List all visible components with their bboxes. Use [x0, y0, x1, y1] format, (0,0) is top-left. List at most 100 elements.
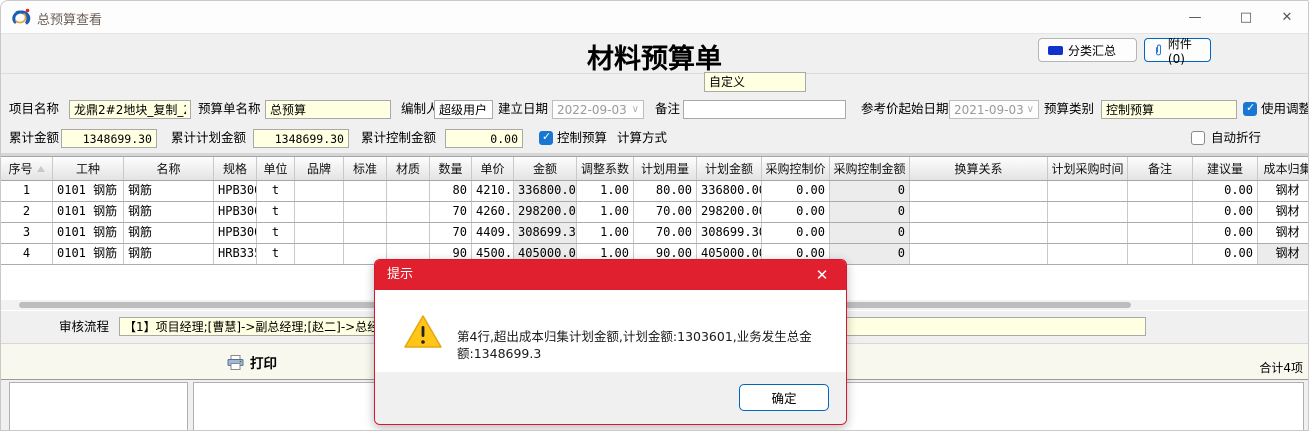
table-cell[interactable] [295, 202, 344, 222]
column-header[interactable]: 标准 [344, 157, 387, 180]
table-cell[interactable] [910, 202, 1048, 222]
table-cell[interactable]: 0.00 [1193, 181, 1258, 201]
table-cell[interactable]: 0.00 [1193, 223, 1258, 243]
table-cell[interactable]: HPB300 [214, 223, 257, 243]
column-header[interactable]: 采购控制金额 [830, 157, 910, 180]
ref-price-date-dropdown[interactable]: 2021-09-03 ∨ [949, 100, 1039, 119]
column-header[interactable]: 换算关系 [910, 157, 1048, 180]
total-control-input[interactable] [445, 129, 523, 148]
column-header[interactable]: 数量 [430, 157, 472, 180]
attachment-button[interactable]: 附件(0) [1144, 38, 1211, 62]
table-cell[interactable]: 1.00 [577, 181, 634, 201]
table-cell[interactable] [344, 223, 387, 243]
table-cell[interactable] [910, 244, 1048, 264]
table-row[interactable]: 10101 钢筋钢筋HPB300t804210.00336800.001.008… [1, 181, 1309, 202]
column-header[interactable]: 计划采购时间 [1048, 157, 1128, 180]
table-row[interactable]: 20101 钢筋钢筋HPB300t704260.00298200.001.007… [1, 202, 1309, 223]
project-name-input[interactable] [69, 100, 191, 119]
use-adjust-checkbox[interactable] [1243, 102, 1257, 116]
column-header[interactable]: 计划用量 [634, 157, 697, 180]
column-header[interactable]: 材质 [387, 157, 430, 180]
budget-name-input[interactable] [265, 100, 391, 119]
column-header[interactable]: 备注 [1128, 157, 1193, 180]
table-cell[interactable]: 钢筋 [124, 202, 214, 222]
close-button[interactable]: ✕ [1264, 1, 1309, 33]
table-cell[interactable] [1128, 223, 1193, 243]
table-cell[interactable] [344, 202, 387, 222]
print-button[interactable]: 打印 [227, 352, 277, 372]
table-cell[interactable]: 0101 钢筋 [53, 244, 124, 264]
maximize-button[interactable]: □ [1223, 1, 1269, 33]
table-cell[interactable]: HPB300 [214, 202, 257, 222]
table-cell[interactable] [1048, 181, 1128, 201]
table-cell[interactable]: 4260.00 [472, 202, 514, 222]
table-cell[interactable] [910, 223, 1048, 243]
table-cell[interactable]: 0101 钢筋 [53, 181, 124, 201]
alert-close-icon[interactable]: ✕ [808, 260, 836, 290]
table-cell[interactable]: 钢筋 [124, 223, 214, 243]
table-cell[interactable] [1128, 181, 1193, 201]
table-cell[interactable]: 2 [1, 202, 53, 222]
table-cell[interactable] [344, 181, 387, 201]
table-cell[interactable]: 3 [1, 223, 53, 243]
column-header[interactable]: 计划金额 [697, 157, 762, 180]
table-cell[interactable]: 70.00 [634, 202, 697, 222]
table-cell[interactable]: 1.00 [577, 202, 634, 222]
table-cell[interactable]: 4 [1, 244, 53, 264]
table-cell[interactable] [295, 244, 344, 264]
table-cell[interactable]: 80 [430, 181, 472, 201]
table-cell[interactable]: 298200.00 [514, 202, 577, 222]
table-cell[interactable]: 80.00 [634, 181, 697, 201]
column-header[interactable]: 建议量 [1193, 157, 1258, 180]
table-cell[interactable] [910, 181, 1048, 201]
table-cell[interactable]: 308699.30 [697, 223, 762, 243]
table-cell[interactable]: 钢材 [1258, 244, 1309, 264]
table-cell[interactable] [295, 223, 344, 243]
title-bar[interactable]: 总预算查看 — □ ✕ [1, 1, 1308, 34]
table-cell[interactable] [1048, 223, 1128, 243]
table-cell[interactable]: HPB300 [214, 181, 257, 201]
table-cell[interactable]: 钢材 [1258, 223, 1309, 243]
column-header[interactable]: 名称 [124, 157, 214, 180]
table-cell[interactable]: 0.00 [762, 181, 830, 201]
table-cell[interactable]: t [257, 202, 295, 222]
table-cell[interactable]: 0 [830, 181, 910, 201]
table-cell[interactable] [387, 202, 430, 222]
column-header[interactable]: 工种 [53, 157, 124, 180]
custom-field[interactable]: 自定义 [704, 72, 806, 92]
table-cell[interactable]: 钢筋 [124, 181, 214, 201]
column-header[interactable]: 调整系数 [577, 157, 634, 180]
table-cell[interactable]: 钢筋 [124, 244, 214, 264]
auto-wrap-checkbox[interactable] [1191, 131, 1205, 145]
table-row[interactable]: 30101 钢筋钢筋HPB300t704409.99308699.301.007… [1, 223, 1309, 244]
table-cell[interactable]: 298200.00 [697, 202, 762, 222]
column-header[interactable]: 规格 [214, 157, 257, 180]
table-cell[interactable]: t [257, 181, 295, 201]
compiler-input[interactable] [434, 100, 493, 119]
table-cell[interactable]: 0 [830, 202, 910, 222]
total-plan-input[interactable] [253, 129, 349, 148]
table-cell[interactable] [1128, 202, 1193, 222]
table-cell[interactable]: 0101 钢筋 [53, 223, 124, 243]
table-cell[interactable]: 336800.00 [697, 181, 762, 201]
table-cell[interactable]: 336800.00 [514, 181, 577, 201]
summary-button[interactable]: 分类汇总 [1038, 38, 1137, 62]
table-cell[interactable]: 钢材 [1258, 202, 1309, 222]
column-header[interactable]: 成本归集 [1258, 157, 1309, 180]
control-budget-checkbox[interactable] [539, 131, 553, 145]
column-header[interactable]: 品牌 [295, 157, 344, 180]
remark-input[interactable] [683, 100, 846, 119]
table-cell[interactable]: 308699.30 [514, 223, 577, 243]
table-cell[interactable]: t [257, 223, 295, 243]
table-cell[interactable] [1128, 244, 1193, 264]
total-amount-input[interactable] [61, 129, 157, 148]
table-cell[interactable]: 70 [430, 223, 472, 243]
table-cell[interactable] [387, 223, 430, 243]
table-cell[interactable]: 70 [430, 202, 472, 222]
table-cell[interactable]: 钢材 [1258, 181, 1309, 201]
table-cell[interactable]: 4409.99 [472, 223, 514, 243]
table-cell[interactable]: 1 [1, 181, 53, 201]
table-cell[interactable]: HRB335 [214, 244, 257, 264]
column-header[interactable]: 单位 [257, 157, 295, 180]
table-cell[interactable] [387, 181, 430, 201]
